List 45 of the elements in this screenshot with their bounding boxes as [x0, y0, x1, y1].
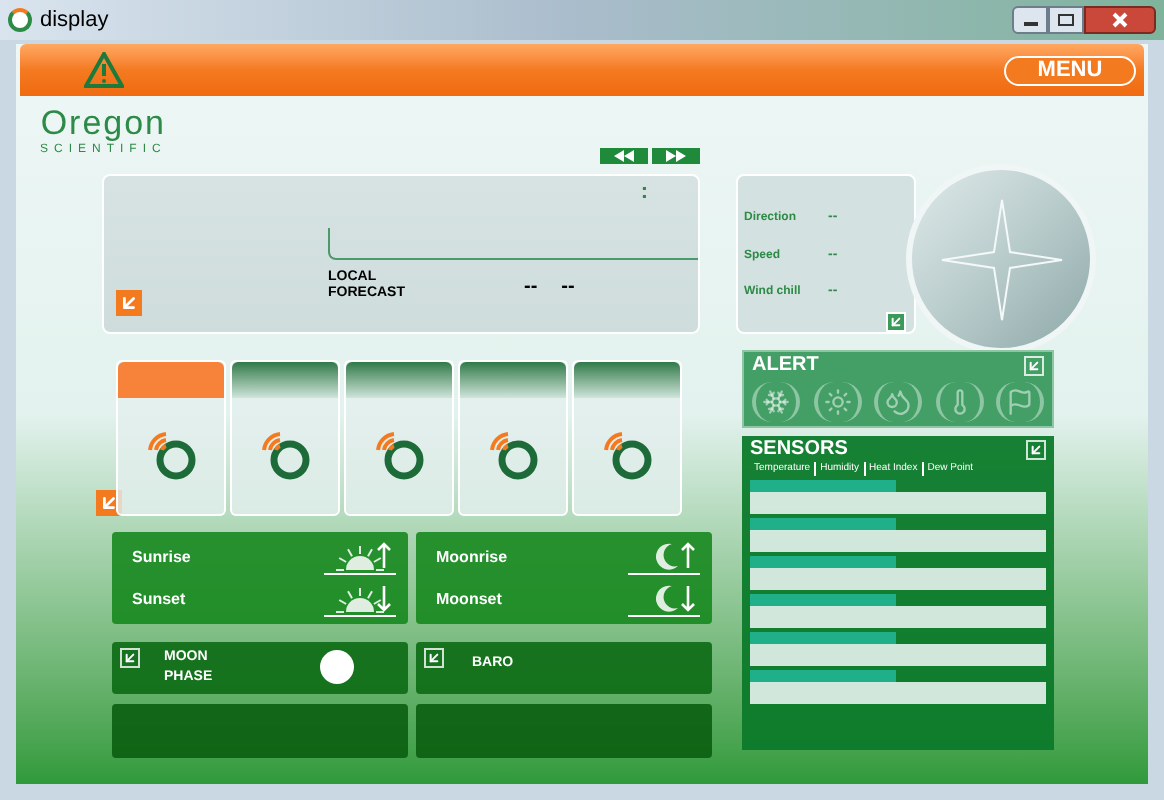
menu-button[interactable]: MENU [1004, 55, 1136, 85]
maximize-button[interactable] [1048, 6, 1084, 34]
day-card[interactable] [344, 360, 454, 516]
day-card[interactable] [458, 360, 568, 516]
signal-ring-icon [373, 430, 425, 482]
rise-set-label: Sunset [132, 587, 186, 611]
sun-horizon-icon [320, 539, 400, 575]
signal-ring-icon [487, 430, 539, 482]
signal-ring-icon [259, 430, 311, 482]
warning-icon[interactable] [84, 52, 124, 88]
sensors-title: SENSORS [750, 438, 848, 462]
rise-set-label: Moonset [436, 587, 502, 611]
previous-button[interactable] [600, 148, 648, 164]
expand-icon[interactable] [424, 648, 444, 668]
signal-ring-icon [601, 430, 653, 482]
expand-icon[interactable] [120, 648, 140, 668]
sun-horizon-icon [320, 581, 400, 617]
forecast-value: -- [561, 273, 575, 301]
rise-set-label: Moonrise [436, 545, 508, 569]
next-button[interactable] [652, 148, 700, 164]
signal-ring-icon [145, 430, 197, 482]
rise-set-label: Sunrise [132, 545, 191, 569]
expand-icon[interactable] [886, 312, 906, 333]
moon-horizon-icon [624, 539, 704, 575]
day-card[interactable] [572, 360, 682, 516]
close-button[interactable] [1084, 6, 1156, 34]
expand-icon[interactable] [116, 290, 142, 316]
day-card[interactable] [116, 360, 226, 516]
close-icon [1112, 12, 1128, 28]
day-card[interactable] [230, 360, 340, 516]
compass-star-icon [939, 197, 1063, 321]
alert-title: ALERT [752, 354, 819, 378]
rewind-icon [614, 150, 634, 162]
app-logo-icon [8, 8, 32, 32]
forecast-value: -- [524, 273, 538, 301]
fast-forward-icon [666, 150, 686, 162]
minimize-button[interactable] [1012, 6, 1048, 34]
expand-icon[interactable] [1026, 440, 1046, 460]
expand-icon[interactable] [1024, 356, 1044, 376]
moon-horizon-icon [624, 581, 704, 617]
time-separator: : [640, 180, 648, 204]
logo-wordmark: Oregon [40, 106, 167, 142]
window-title: display [40, 5, 109, 36]
moon-phase-icon [320, 650, 354, 684]
snowflake-icon[interactable] [752, 382, 800, 422]
